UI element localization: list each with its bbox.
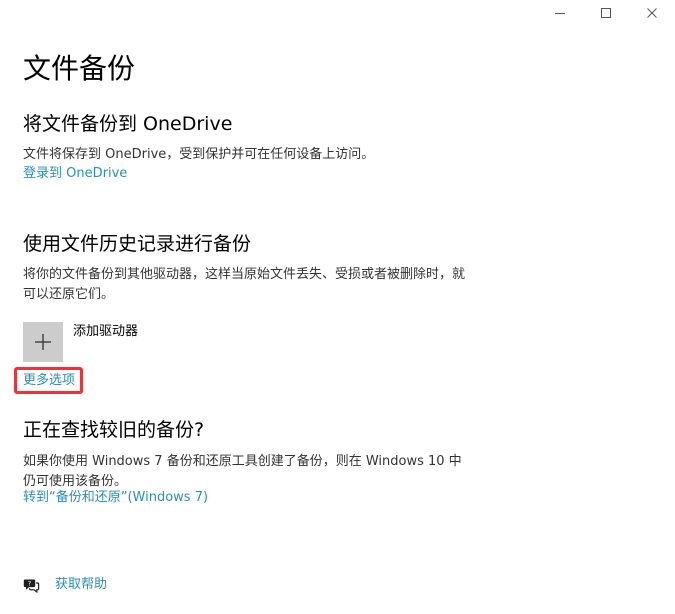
settings-window: 文件备份 将文件备份到 OneDrive 文件将保存到 OneDrive，受到保…: [0, 0, 675, 614]
onedrive-section-title: 将文件备份到 OneDrive: [23, 113, 233, 135]
plus-icon: [35, 334, 51, 350]
svg-text:?: ?: [28, 579, 31, 587]
file-history-section-title: 使用文件历史记录进行备份: [23, 233, 252, 255]
get-help-label: 获取帮助: [55, 577, 108, 592]
close-icon: [647, 8, 657, 18]
older-backup-description: 如果你使用 Windows 7 备份和还原工具创建了备份，则在 Windows …: [23, 454, 462, 489]
add-drive-label: 添加驱动器: [73, 324, 139, 339]
maximize-button[interactable]: [583, 0, 629, 26]
older-backup-section-title: 正在查找较旧的备份?: [23, 419, 205, 441]
window-controls: [537, 0, 675, 26]
minimize-icon: [555, 13, 565, 14]
maximize-icon: [601, 8, 611, 18]
close-button[interactable]: [629, 0, 675, 26]
onedrive-description: 文件将保存到 OneDrive，受到保护并可在任何设备上访问。: [23, 147, 375, 162]
add-drive-button[interactable]: 添加驱动器: [23, 322, 138, 362]
minimize-button[interactable]: [537, 0, 583, 26]
add-drive-tile: [23, 322, 63, 362]
backup-restore-link[interactable]: 转到“备份和还原”(Windows 7): [23, 489, 208, 507]
highlight-box: [14, 367, 83, 394]
file-history-description: 将你的文件备份到其他驱动器，这样当原始文件丢失、受损或者被删除时，就可以还原它们…: [23, 267, 466, 302]
get-help-link[interactable]: ? 获取帮助: [23, 576, 107, 594]
onedrive-signin-link[interactable]: 登录到 OneDrive: [23, 165, 127, 183]
page-title: 文件备份: [23, 52, 136, 85]
help-chat-icon: ?: [23, 579, 40, 593]
